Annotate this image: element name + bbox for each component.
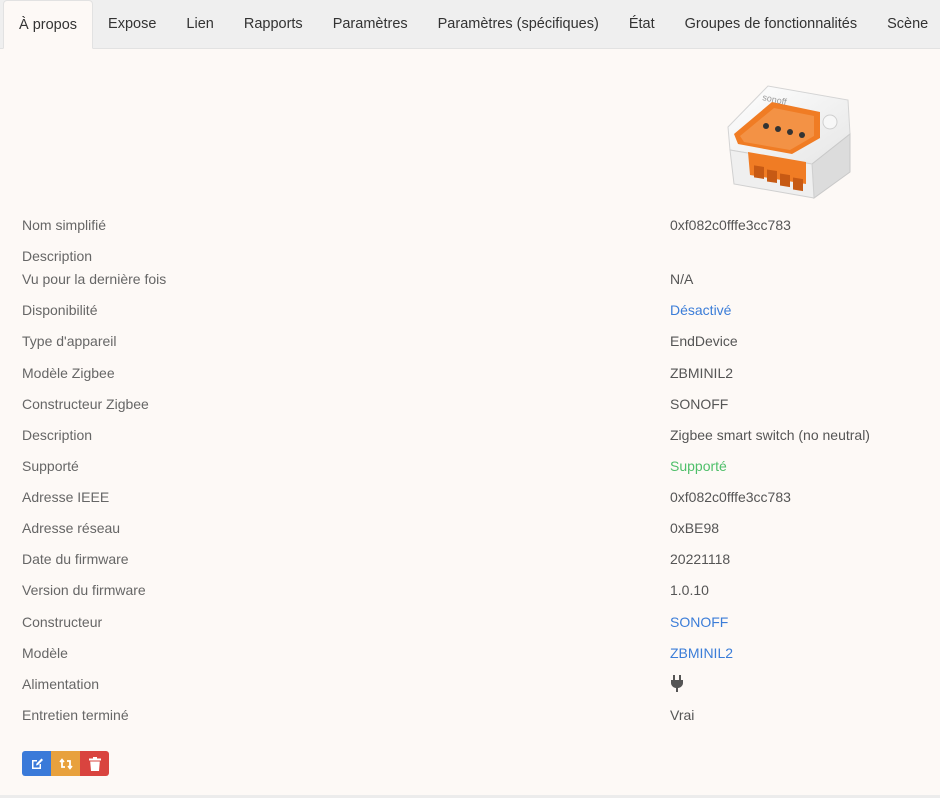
- detail-value: 0xBE98: [670, 520, 720, 536]
- edit-button[interactable]: [22, 751, 51, 776]
- detail-label: Supporté: [22, 458, 79, 474]
- trash-icon: [88, 756, 101, 771]
- detail-row: Version du firmware 1.0.10: [22, 582, 922, 602]
- detail-label: Vu pour la dernière fois: [22, 271, 167, 287]
- model-link[interactable]: ZBMINIL2: [670, 645, 733, 661]
- detail-value: 1.0.10: [670, 582, 709, 598]
- detail-row: Type d'appareil EndDevice: [22, 333, 922, 353]
- detail-label: Constructeur Zigbee: [22, 396, 149, 412]
- detail-row: Date du firmware 20221118: [22, 551, 922, 571]
- tab-state[interactable]: État: [614, 0, 670, 48]
- detail-value: Vrai: [670, 707, 695, 723]
- detail-row: Entretien terminé Vrai: [22, 707, 922, 727]
- detail-label: Description: [22, 427, 93, 443]
- detail-label: Description: [22, 248, 93, 264]
- detail-row: Supporté Supporté: [22, 458, 922, 478]
- detail-row: Alimentation: [22, 675, 922, 696]
- detail-label: Date du firmware: [22, 551, 129, 567]
- detail-row: Nom simplifié 0xf082c0fffe3cc783: [22, 217, 922, 237]
- detail-label: Alimentation: [22, 676, 100, 692]
- delete-button[interactable]: [80, 751, 109, 776]
- detail-label: Adresse réseau: [22, 520, 121, 536]
- detail-row: Adresse réseau 0xBE98: [22, 520, 922, 540]
- detail-label: Modèle Zigbee: [22, 365, 115, 381]
- plug-icon: [670, 675, 684, 696]
- tab-reporting[interactable]: Rapports: [229, 0, 318, 48]
- tab-settings-specific[interactable]: Paramètres (spécifiques): [423, 0, 614, 48]
- detail-label: Disponibilité: [22, 302, 98, 318]
- detail-value: 0xf082c0fffe3cc783: [670, 489, 791, 505]
- detail-label: Modèle: [22, 645, 68, 661]
- detail-row: Vu pour la dernière fois N/A: [22, 271, 922, 291]
- tab-settings[interactable]: Paramètres: [318, 0, 423, 48]
- availability-link[interactable]: Désactivé: [670, 302, 731, 318]
- detail-label: Type d'appareil: [22, 333, 117, 349]
- detail-row: Description: [22, 248, 922, 268]
- detail-value: SONOFF: [670, 396, 729, 412]
- refresh-icon: [58, 757, 73, 770]
- tab-about[interactable]: À propos: [3, 0, 94, 49]
- manufacturer-link[interactable]: SONOFF: [670, 614, 728, 630]
- supported-status: Supporté: [670, 458, 727, 474]
- tab-bind[interactable]: Lien: [171, 0, 228, 48]
- detail-row: Adresse IEEE 0xf082c0fffe3cc783: [22, 489, 922, 509]
- tab-scene[interactable]: Scène: [872, 0, 940, 48]
- detail-value[interactable]: 0xf082c0fffe3cc783: [670, 217, 791, 233]
- detail-value: N/A: [670, 271, 694, 287]
- tab-clusters[interactable]: Groupes de fonctionnalités: [670, 0, 873, 48]
- detail-label: Version du firmware: [22, 582, 146, 598]
- detail-row: Modèle Zigbee ZBMINIL2: [22, 365, 922, 385]
- device-page: À propos Expose Lien Rapports Paramètres…: [0, 0, 940, 798]
- edit-icon: [31, 758, 43, 769]
- detail-value: ZBMINIL2: [670, 365, 734, 381]
- device-photo: sonoff: [727, 85, 851, 199]
- detail-row: Description Zigbee smart switch (no neut…: [22, 427, 922, 447]
- detail-value: EndDevice: [670, 333, 738, 349]
- detail-value: Zigbee smart switch (no neutral): [670, 427, 870, 443]
- detail-row: Modèle ZBMINIL2: [22, 645, 922, 665]
- detail-row: Constructeur SONOFF: [22, 614, 922, 634]
- detail-label: Constructeur: [22, 614, 103, 630]
- detail-row: Disponibilité Désactivé: [22, 302, 922, 322]
- action-buttons: [22, 751, 109, 776]
- tab-bar: À propos Expose Lien Rapports Paramètres…: [0, 0, 940, 49]
- detail-label: Nom simplifié: [22, 217, 107, 233]
- detail-value: 20221118: [670, 551, 731, 567]
- tab-expose[interactable]: Expose: [93, 0, 171, 48]
- detail-row: Constructeur Zigbee SONOFF: [22, 396, 922, 416]
- detail-label: Entretien terminé: [22, 707, 129, 723]
- reconfigure-button[interactable]: [51, 751, 80, 776]
- detail-label: Adresse IEEE: [22, 489, 110, 505]
